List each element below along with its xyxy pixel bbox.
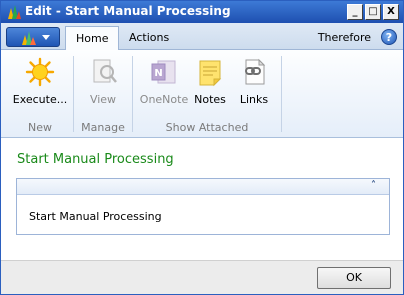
notes-button[interactable]: Notes — [189, 55, 231, 109]
onenote-button[interactable]: N OneNote — [137, 55, 191, 109]
dynamics-logo-icon — [22, 31, 36, 45]
execute-button[interactable]: Execute... — [9, 55, 71, 109]
notes-icon — [199, 60, 222, 87]
group-label-show-attached: Show Attached — [165, 121, 249, 134]
page-title: Start Manual Processing — [17, 152, 174, 167]
window-title: Edit - Start Manual Processing — [25, 4, 231, 18]
close-button[interactable]: X — [383, 4, 399, 20]
dialog-footer: OK — [1, 260, 403, 294]
field-label: Start Manual Processing — [29, 210, 162, 223]
svg-text:N: N — [154, 68, 162, 79]
group-label-manage: Manage — [81, 121, 125, 134]
group-separator — [132, 56, 133, 132]
ribbon-tab-row: Home Actions Therefore ? — [1, 23, 403, 51]
application-menu-button[interactable] — [6, 27, 60, 47]
fasttab-panel: ˄ Start Manual Processing — [16, 178, 390, 235]
group-separator — [73, 56, 74, 132]
links-button[interactable]: Links — [233, 55, 275, 109]
onenote-icon: N — [151, 60, 176, 84]
chevron-down-icon — [42, 35, 50, 40]
view-label: View — [89, 93, 117, 106]
ribbon-body: Execute... New View Manage N OneNote Not… — [1, 50, 403, 138]
tab-home[interactable]: Home — [65, 26, 120, 51]
chevron-up-icon[interactable]: ˄ — [371, 181, 381, 191]
execute-label: Execute... — [12, 93, 68, 106]
links-icon — [245, 58, 266, 85]
links-label: Links — [239, 93, 269, 106]
view-document-icon — [93, 59, 117, 83]
notes-label: Notes — [194, 93, 226, 106]
view-button[interactable]: View — [77, 55, 129, 109]
title-bar: Edit - Start Manual Processing _ □ X — [1, 1, 403, 23]
help-icon[interactable]: ? — [381, 29, 397, 45]
onenote-label: OneNote — [139, 93, 189, 106]
therefore-label: Therefore — [317, 31, 371, 44]
fasttab-header[interactable]: ˄ — [17, 179, 389, 195]
execute-star-icon — [25, 57, 55, 87]
ok-button[interactable]: OK — [317, 267, 391, 289]
dynamics-logo-icon — [8, 5, 21, 19]
maximize-button[interactable]: □ — [365, 4, 381, 20]
tab-actions[interactable]: Actions — [119, 26, 179, 50]
group-separator — [281, 56, 282, 132]
dialog-window: Edit - Start Manual Processing _ □ X Hom… — [0, 0, 404, 295]
group-label-new: New — [28, 121, 52, 134]
minimize-button[interactable]: _ — [347, 4, 363, 20]
content-area: Start Manual Processing ˄ Start Manual P… — [1, 138, 403, 260]
